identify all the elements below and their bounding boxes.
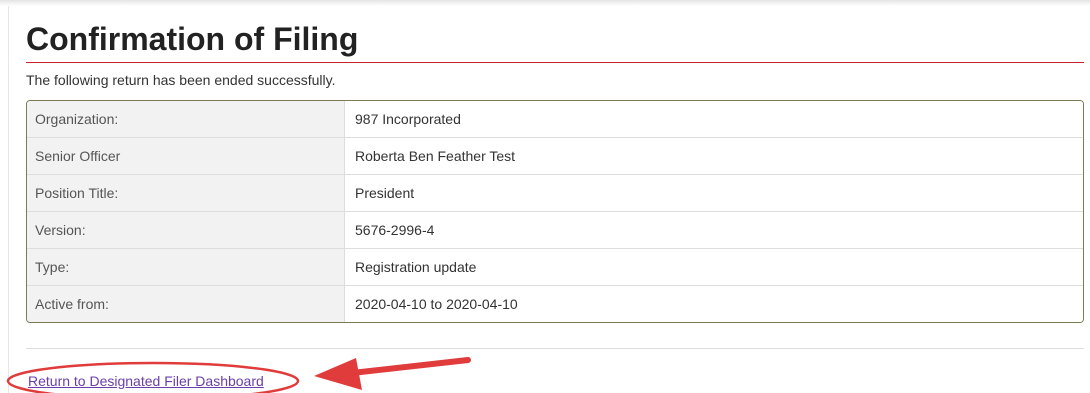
row-label-active-from: Active from: — [27, 285, 345, 322]
row-label-organization: Organization: — [27, 101, 345, 138]
filing-details-table: Organization: 987 Incorporated Senior Of… — [26, 100, 1084, 323]
table-row: Active from: 2020-04-10 to 2020-04-10 — [27, 285, 1083, 322]
table-row: Type: Registration update — [27, 248, 1083, 286]
left-divider — [8, 6, 9, 393]
table-row: Position Title: President — [27, 174, 1083, 212]
row-value-organization: 987 Incorporated — [344, 101, 1083, 138]
row-value-senior-officer: Roberta Ben Feather Test — [344, 137, 1083, 175]
row-label-version: Version: — [27, 211, 345, 249]
page-title: Confirmation of Filing — [26, 21, 359, 57]
row-label-senior-officer: Senior Officer — [27, 137, 345, 175]
row-value-position-title: President — [344, 174, 1083, 212]
top-shadow — [0, 0, 1090, 6]
row-value-active-from: 2020-04-10 to 2020-04-10 — [344, 285, 1083, 322]
title-underline — [26, 62, 1084, 63]
return-to-dashboard-link[interactable]: Return to Designated Filer Dashboard — [28, 373, 264, 389]
table-row: Senior Officer Roberta Ben Feather Test — [27, 137, 1083, 175]
confirmation-page: Confirmation of Filing The following ret… — [0, 0, 1090, 393]
row-value-version: 5676-2996-4 — [344, 211, 1083, 249]
row-value-type: Registration update — [344, 248, 1083, 286]
table-row: Organization: 987 Incorporated — [27, 101, 1083, 138]
success-message: The following return has been ended succ… — [26, 72, 336, 88]
row-label-position-title: Position Title: — [27, 174, 345, 212]
arrow-shaft — [349, 357, 471, 376]
arrow-head — [314, 358, 362, 390]
table-row: Version: 5676-2996-4 — [27, 211, 1083, 249]
row-label-type: Type: — [27, 248, 345, 286]
footer-divider — [26, 348, 1084, 349]
